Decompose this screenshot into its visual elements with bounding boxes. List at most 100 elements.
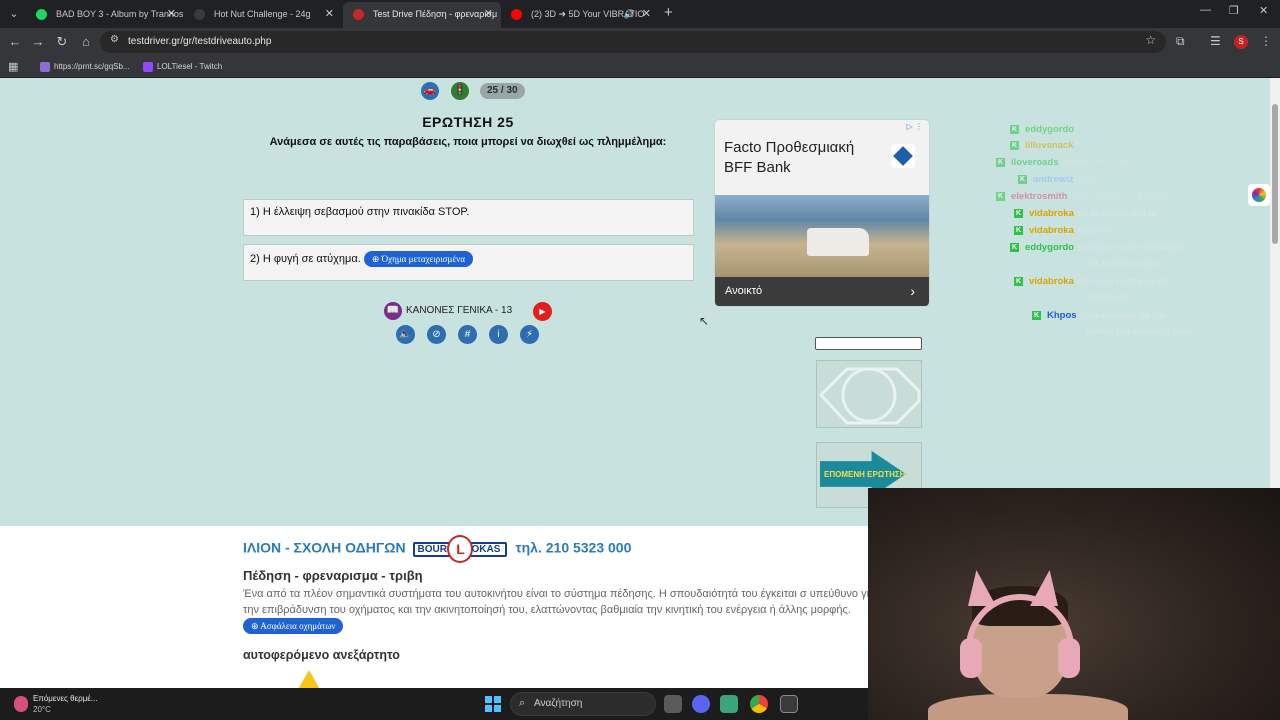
chat-message: Klilluvsnack? bbox=[1010, 140, 1083, 151]
speaker-icon[interactable]: 🔈 bbox=[396, 325, 415, 344]
close-window-icon[interactable]: ✕ bbox=[1259, 4, 1268, 17]
answer-text: 2) Η φυγή σε ατύχημα. bbox=[250, 252, 361, 265]
ad-cta-bar[interactable]: Ανοικτό › bbox=[715, 277, 929, 306]
profile-avatar[interactable]: S bbox=[1234, 35, 1248, 49]
chevron-right-icon: › bbox=[910, 283, 915, 299]
answer-option-2[interactable]: 2) Η φυγή σε ατύχημα. ⊕ Όχημα μεταχειρισ… bbox=[243, 244, 694, 281]
discord-icon[interactable] bbox=[692, 695, 710, 713]
task-view-icon[interactable] bbox=[664, 695, 682, 713]
warning-sign-icon bbox=[286, 670, 332, 688]
chat-message: Kelektrosmith Ειναι μακρια το δίπλωμα bbox=[996, 191, 1175, 202]
mouse-cursor-icon: ↖ bbox=[699, 314, 710, 328]
chat-message-cont: για το τελος αμεα bbox=[1086, 258, 1159, 269]
kick-badge-icon: K bbox=[996, 157, 1005, 167]
info-icon[interactable]: i bbox=[489, 325, 508, 344]
close-icon[interactable]: ✕ bbox=[642, 2, 651, 26]
bookmark-label: https://prnt.sc/gqSb... bbox=[54, 62, 130, 71]
reading-list-icon[interactable]: ☰ bbox=[1210, 34, 1221, 48]
rules-category: ΚΑΝΟΝΕΣ ΓΕΝΙΚΑ - 13 bbox=[406, 305, 513, 316]
book-icon[interactable]: 📖 bbox=[384, 302, 402, 320]
question-title: ΕΡΩΤΗΣΗ 25 bbox=[422, 114, 514, 130]
chat-message: Kiloveroads παιδια ειναι αυτο bbox=[996, 157, 1134, 168]
chat-message: Keddygordo μπορεις να την σκιπαρεις bbox=[1010, 242, 1185, 253]
driving-school-banner[interactable]: ΙΛΙΟΝ - ΣΧΟΛΗ ΟΔΗΓΩΝ BOUR L OKAS τηλ. 21… bbox=[243, 535, 631, 565]
hide-icon[interactable]: ⊘ bbox=[427, 325, 446, 344]
chat-message: Keddygordo bbox=[1010, 124, 1075, 135]
color-wheel-icon[interactable] bbox=[1248, 184, 1270, 206]
forward-icon[interactable]: → bbox=[29, 33, 47, 51]
bookmark-star-icon[interactable]: ☆ bbox=[1145, 33, 1156, 47]
menu-icon[interactable]: ⋮ bbox=[1260, 34, 1272, 48]
chat-message-cont: skippareis bbox=[1086, 292, 1129, 303]
tab-title: BAD BOY 3 - Album by Trannos bbox=[56, 9, 184, 19]
reload-icon[interactable]: ↻ bbox=[53, 33, 71, 51]
answer-text: 1) Η έλλειψη σεβασμού στην πινακίδα STOP… bbox=[250, 206, 470, 218]
bookmark-prnt[interactable]: https://prnt.sc/gqSb... bbox=[40, 56, 130, 78]
school-phone[interactable]: τηλ. 210 5323 000 bbox=[515, 540, 631, 556]
bourlokas-logo: BOUR L OKAS bbox=[413, 535, 508, 563]
previous-question-button[interactable] bbox=[816, 360, 922, 428]
article-heading: Πέδηση - φρεναρισμα - τριβη bbox=[243, 568, 423, 583]
tab-hot-nut[interactable]: Hot Nut Challenge - 24g ✕ bbox=[184, 2, 342, 26]
url-text[interactable]: testdriver.gr/gr/testdriveauto.php bbox=[128, 31, 271, 53]
address-bar[interactable]: ⚙ testdriver.gr/gr/testdriveauto.php ☆ bbox=[100, 31, 1166, 53]
close-icon[interactable]: ✕ bbox=[484, 2, 493, 26]
tab-search-icon[interactable]: ⌄ bbox=[4, 4, 24, 24]
thermometer-icon bbox=[14, 696, 28, 712]
chat-message: K Khpos ητον ευκαιρια να την bbox=[1032, 310, 1167, 321]
minimize-icon[interactable]: — bbox=[1200, 4, 1211, 16]
article-paragraph: Ένα από τα πλέον σημαντικά συστήματα του… bbox=[243, 586, 883, 635]
browser-toolbar: ← → ↻ ⌂ ⚙ testdriver.gr/gr/testdriveauto… bbox=[0, 28, 1280, 56]
kick-badge-icon: K bbox=[1010, 124, 1019, 134]
youtube-icon[interactable]: ▶ bbox=[533, 302, 552, 321]
extensions-icon[interactable]: ⧉ bbox=[1176, 34, 1185, 49]
site-info-icon[interactable]: ⚙ bbox=[110, 34, 119, 45]
tab-youtube[interactable]: (2) 3D ➜ 5D Your VIBRATIO 🔊 ✕ bbox=[501, 2, 659, 26]
windows-start-icon[interactable] bbox=[485, 696, 501, 712]
tab-strip: ⌄ BAD BOY 3 - Album by Trannos ✕ Hot Nut… bbox=[0, 0, 1280, 28]
close-icon[interactable]: ✕ bbox=[325, 2, 334, 26]
chat-message: Kvidabroka mi to kaneis etsi re bbox=[1014, 208, 1158, 219]
lightshot-icon bbox=[40, 62, 50, 72]
car-icon[interactable]: 🚗 bbox=[421, 82, 439, 100]
chat-message: Kandrewiz piperi bbox=[1018, 174, 1101, 185]
vehicle-safety-tag[interactable]: ⊕ Ασφάλεια οχημάτων bbox=[243, 618, 344, 635]
weather-temp: 20°C bbox=[33, 705, 51, 714]
gear-shift-icon[interactable]: # bbox=[458, 325, 477, 344]
school-name: ΙΛΙΟΝ - ΣΧΟΛΗ ΟΔΗΓΩΝ bbox=[243, 539, 406, 556]
kick-badge-icon: K bbox=[1032, 310, 1041, 320]
close-icon[interactable]: ✕ bbox=[167, 2, 176, 26]
speaker-icon[interactable]: 🔊 bbox=[624, 2, 635, 26]
epic-games-icon[interactable] bbox=[780, 695, 798, 713]
bank-logo-icon bbox=[891, 144, 915, 168]
scrollbar-thumb[interactable] bbox=[1272, 104, 1278, 244]
advertisement[interactable]: ▷ ⋮ Facto Προθεσμιακή BFF Bank Ανοικτό › bbox=[715, 120, 929, 306]
search-placeholder: Αναζήτηση bbox=[534, 698, 583, 709]
back-icon[interactable]: ← bbox=[6, 33, 24, 51]
app-icon[interactable] bbox=[720, 695, 738, 713]
answer-feedback-box bbox=[815, 337, 922, 350]
back-arrow-icon bbox=[818, 367, 921, 425]
ad-cta-label: Ανοικτό bbox=[725, 285, 763, 297]
question-text: Ανάμεσα σε αυτές τις παραβάσεις, ποια μπ… bbox=[269, 136, 667, 148]
headphone-cup-left bbox=[960, 638, 982, 678]
page-icon bbox=[194, 9, 205, 20]
bookmark-twitch[interactable]: LOLTiesel - Twitch bbox=[143, 56, 222, 78]
twitch-icon bbox=[143, 62, 153, 72]
restore-icon[interactable]: ❐ bbox=[1229, 4, 1239, 17]
home-icon[interactable]: ⌂ bbox=[77, 33, 95, 51]
new-tab-button[interactable]: + bbox=[664, 4, 673, 22]
traffic-light-icon[interactable]: 🚦 bbox=[451, 82, 469, 100]
used-vehicles-tag[interactable]: ⊕ Όχημα μεταχειρισμένα bbox=[363, 251, 473, 267]
chrome-icon[interactable] bbox=[750, 695, 768, 713]
windows-taskbar: Επόμενες θερμέ... 20°C ⌕ Αναζήτηση bbox=[0, 688, 868, 720]
lightning-icon[interactable]: ⚡ bbox=[520, 325, 539, 344]
taskbar-search[interactable]: ⌕ Αναζήτηση bbox=[510, 692, 656, 716]
camper-van-image bbox=[807, 228, 869, 256]
adchoices-icon[interactable]: ▷ ⋮ bbox=[907, 122, 923, 131]
tab-test-drive[interactable]: Test Drive Πέδηση - φρεναρισμ ✕ bbox=[343, 2, 501, 28]
answer-option-1[interactable]: 1) Η έλλειψη σεβασμού στην πινακίδα STOP… bbox=[243, 199, 694, 236]
question-counter: 25 / 30 bbox=[480, 83, 525, 99]
tab-spotify[interactable]: BAD BOY 3 - Album by Trannos ✕ bbox=[26, 2, 184, 26]
apps-grid-icon[interactable]: ▦ bbox=[8, 60, 18, 73]
